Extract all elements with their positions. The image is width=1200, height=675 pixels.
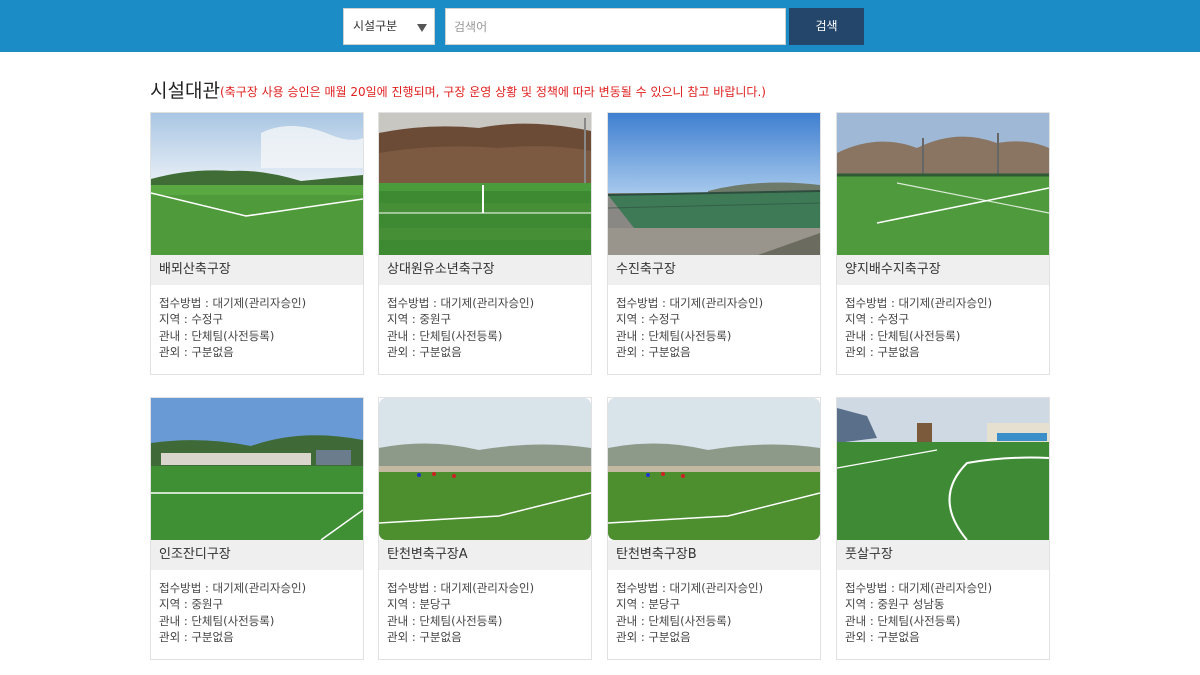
facility-info: 접수방법 : 대기제(관리자승인) 지역 : 수정구 관내 : 단체팀(사전등록… bbox=[159, 295, 306, 360]
facility-inner: 관내 : 단체팀(사전등록) bbox=[387, 613, 503, 628]
facility-name[interactable]: 수진축구장 bbox=[608, 255, 820, 285]
facility-info: 접수방법 : 대기제(관리자승인) 지역 : 중원구 성남동 관내 : 단체팀(… bbox=[845, 580, 992, 645]
search-input[interactable] bbox=[445, 8, 786, 45]
facility-card[interactable]: 풋살구장 접수방법 : 대기제(관리자승인) 지역 : 중원구 성남동 관내 :… bbox=[836, 397, 1050, 660]
notice-text: (축구장 사용 승인은 매월 20일에 진행되며, 구장 운영 상황 및 정책에… bbox=[220, 85, 766, 99]
facility-outer: 관외 : 구분없음 bbox=[845, 344, 920, 359]
facility-name[interactable]: 탄천변축구장A bbox=[379, 540, 591, 570]
facility-name[interactable]: 탄천변축구장B bbox=[608, 540, 820, 570]
facility-region: 지역 : 수정구 bbox=[159, 312, 224, 327]
facility-region: 지역 : 수정구 bbox=[616, 312, 681, 327]
facility-photo[interactable] bbox=[151, 398, 363, 540]
facility-photo[interactable] bbox=[151, 113, 363, 255]
facility-card[interactable]: 탄천변축구장B 접수방법 : 대기제(관리자승인) 지역 : 분당구 관내 : … bbox=[607, 397, 821, 660]
facility-info: 접수방법 : 대기제(관리자승인) 지역 : 수정구 관내 : 단체팀(사전등록… bbox=[616, 295, 763, 360]
facility-inner: 관내 : 단체팀(사전등록) bbox=[159, 613, 275, 628]
facility-photo[interactable] bbox=[608, 113, 820, 255]
facility-region: 지역 : 분당구 bbox=[387, 597, 452, 612]
facility-region: 지역 : 분당구 bbox=[616, 597, 681, 612]
facility-region: 지역 : 중원구 bbox=[159, 597, 224, 612]
facility-region: 지역 : 중원구 성남동 bbox=[845, 597, 945, 612]
facility-photo[interactable] bbox=[837, 398, 1049, 540]
facility-card[interactable]: 양지배수지축구장 접수방법 : 대기제(관리자승인) 지역 : 수정구 관내 :… bbox=[836, 112, 1050, 375]
facility-info: 접수방법 : 대기제(관리자승인) 지역 : 중원구 관내 : 단체팀(사전등록… bbox=[387, 295, 534, 360]
facility-info: 접수방법 : 대기제(관리자승인) 지역 : 분당구 관내 : 단체팀(사전등록… bbox=[616, 580, 763, 645]
facility-outer: 관외 : 구분없음 bbox=[616, 629, 691, 644]
facility-photo[interactable] bbox=[608, 398, 820, 540]
facility-photo[interactable] bbox=[837, 113, 1049, 255]
facility-card[interactable]: 상대원유소년축구장 접수방법 : 대기제(관리자승인) 지역 : 중원구 관내 … bbox=[378, 112, 592, 375]
facility-inner: 관내 : 단체팀(사전등록) bbox=[845, 613, 961, 628]
facility-card[interactable]: 배뫼산축구장 접수방법 : 대기제(관리자승인) 지역 : 수정구 관내 : 단… bbox=[150, 112, 364, 375]
facility-method: 접수방법 : 대기제(관리자승인) bbox=[845, 296, 993, 310]
facility-region: 지역 : 중원구 bbox=[387, 312, 452, 327]
facility-info: 접수방법 : 대기제(관리자승인) 지역 : 중원구 관내 : 단체팀(사전등록… bbox=[159, 580, 306, 645]
facility-method: 접수방법 : 대기제(관리자승인) bbox=[159, 296, 307, 310]
facility-inner: 관내 : 단체팀(사전등록) bbox=[387, 328, 503, 343]
search-button[interactable]: 검색 bbox=[789, 8, 864, 45]
facility-region: 지역 : 수정구 bbox=[845, 312, 910, 327]
facility-name[interactable]: 상대원유소년축구장 bbox=[379, 255, 591, 285]
facility-outer: 관외 : 구분없음 bbox=[845, 629, 920, 644]
facility-method: 접수방법 : 대기제(관리자승인) bbox=[616, 296, 764, 310]
facility-outer: 관외 : 구분없음 bbox=[159, 629, 234, 644]
facility-name[interactable]: 배뫼산축구장 bbox=[151, 255, 363, 285]
facility-card[interactable]: 탄천변축구장A 접수방법 : 대기제(관리자승인) 지역 : 분당구 관내 : … bbox=[378, 397, 592, 660]
facility-inner: 관내 : 단체팀(사전등록) bbox=[616, 328, 732, 343]
facility-inner: 관내 : 단체팀(사전등록) bbox=[159, 328, 275, 343]
facility-outer: 관외 : 구분없음 bbox=[387, 629, 462, 644]
category-select[interactable]: 시설구분 bbox=[343, 8, 435, 45]
facility-outer: 관외 : 구분없음 bbox=[387, 344, 462, 359]
facility-inner: 관내 : 단체팀(사전등록) bbox=[616, 613, 732, 628]
facility-name[interactable]: 풋살구장 bbox=[837, 540, 1049, 570]
facility-name[interactable]: 인조잔디구장 bbox=[151, 540, 363, 570]
facility-card[interactable]: 인조잔디구장 접수방법 : 대기제(관리자승인) 지역 : 중원구 관내 : 단… bbox=[150, 397, 364, 660]
facility-method: 접수방법 : 대기제(관리자승인) bbox=[387, 296, 535, 310]
facility-method: 접수방법 : 대기제(관리자승인) bbox=[616, 581, 764, 595]
page-title: 시설대관 bbox=[150, 80, 220, 102]
chevron-down-icon bbox=[417, 24, 427, 32]
facility-photo[interactable] bbox=[379, 398, 591, 540]
facility-name[interactable]: 양지배수지축구장 bbox=[837, 255, 1049, 285]
facility-outer: 관외 : 구분없음 bbox=[616, 344, 691, 359]
facility-photo[interactable] bbox=[379, 113, 591, 255]
facility-info: 접수방법 : 대기제(관리자승인) 지역 : 분당구 관내 : 단체팀(사전등록… bbox=[387, 580, 534, 645]
facility-method: 접수방법 : 대기제(관리자승인) bbox=[387, 581, 535, 595]
facility-outer: 관외 : 구분없음 bbox=[159, 344, 234, 359]
facility-inner: 관내 : 단체팀(사전등록) bbox=[845, 328, 961, 343]
header-bar: 시설구분 검색 bbox=[0, 0, 1200, 52]
facility-card[interactable]: 수진축구장 접수방법 : 대기제(관리자승인) 지역 : 수정구 관내 : 단체… bbox=[607, 112, 821, 375]
facility-info: 접수방법 : 대기제(관리자승인) 지역 : 수정구 관내 : 단체팀(사전등록… bbox=[845, 295, 992, 360]
facility-method: 접수방법 : 대기제(관리자승인) bbox=[845, 581, 993, 595]
facility-method: 접수방법 : 대기제(관리자승인) bbox=[159, 581, 307, 595]
category-select-label: 시설구분 bbox=[353, 19, 398, 33]
